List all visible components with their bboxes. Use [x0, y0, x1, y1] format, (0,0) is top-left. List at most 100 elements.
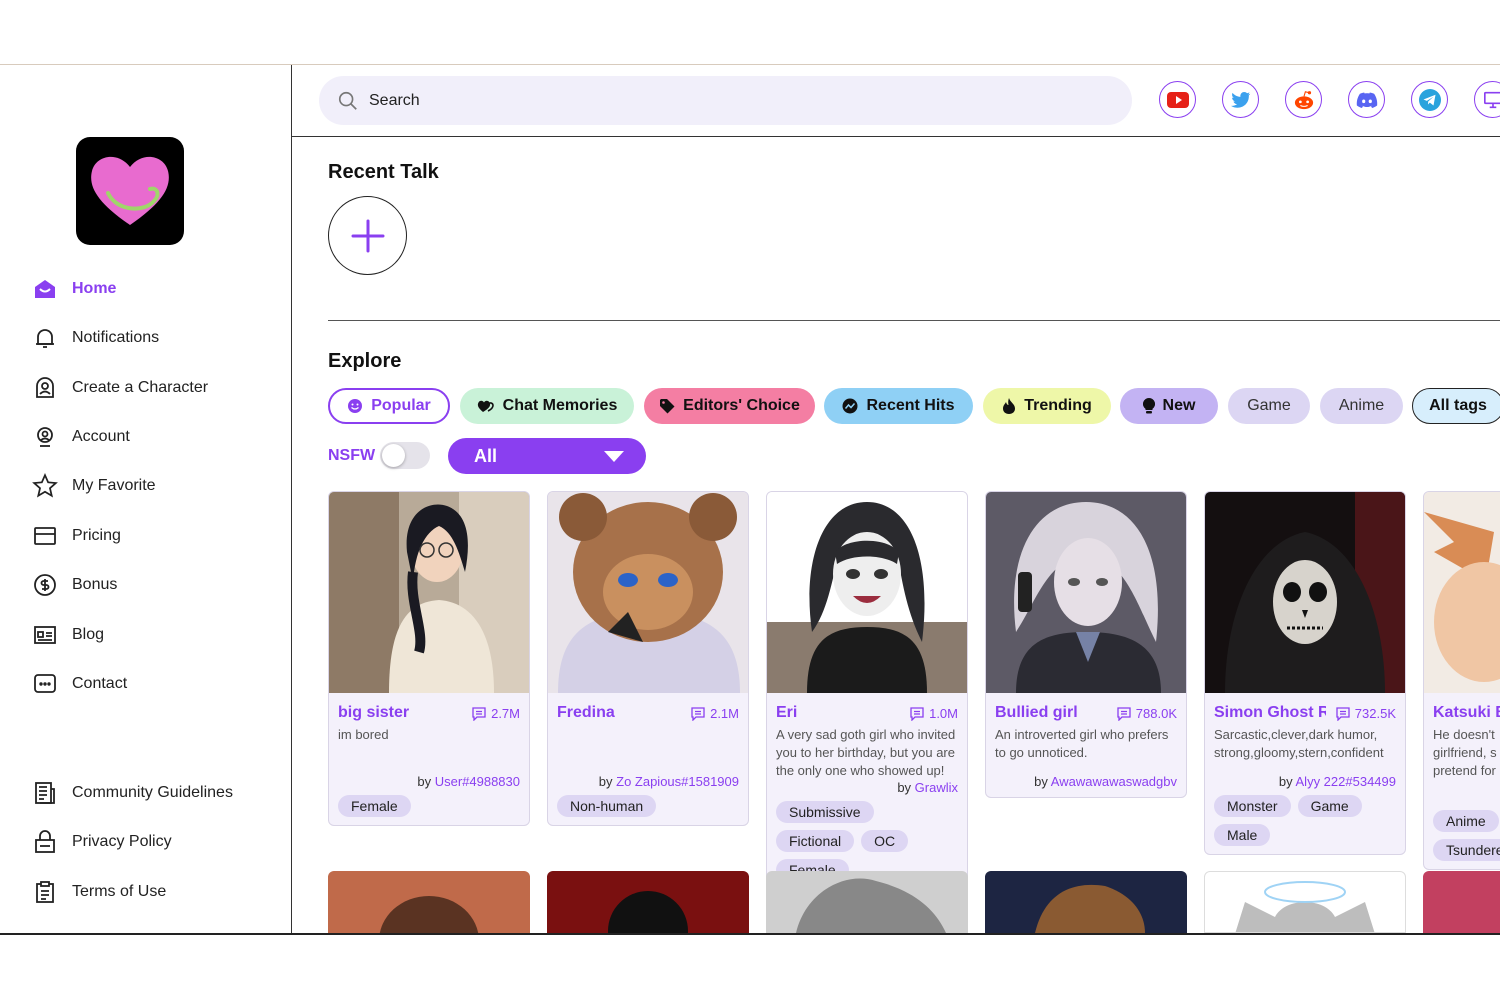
tag-trending[interactable]: Trending — [983, 388, 1111, 424]
home-icon — [32, 276, 58, 302]
message-icon — [1117, 706, 1131, 721]
character-tag[interactable]: Tsundere — [1433, 839, 1500, 861]
character-card[interactable]: Katsuki B He doesn't girlfriend, s prete… — [1423, 491, 1500, 870]
message-icon — [691, 706, 705, 721]
character-tag[interactable]: Monster — [1214, 795, 1291, 817]
browser-top-strip — [0, 0, 1500, 65]
twitter-icon[interactable] — [1222, 81, 1259, 118]
character-tag[interactable]: Anime — [1433, 810, 1499, 832]
tag-editors-choice[interactable]: Editors' Choice — [644, 388, 815, 424]
chat-count: 732.5K — [1336, 706, 1396, 721]
character-tag[interactable]: Fictional — [776, 830, 855, 852]
nav-account[interactable]: Account — [32, 422, 130, 452]
nav-bonus[interactable]: Bonus — [32, 570, 117, 600]
nav-pricing-label: Pricing — [72, 527, 121, 544]
chat-count-value: 1.0M — [929, 706, 958, 721]
character-card-partial[interactable] — [766, 871, 968, 933]
character-card-partial[interactable] — [547, 871, 749, 933]
character-tag[interactable]: Female — [338, 795, 411, 817]
tag-anime-label: Anime — [1338, 397, 1385, 414]
nav-community-guidelines[interactable]: Community Guidelines — [32, 778, 233, 808]
author-link[interactable]: Grawlix — [915, 780, 958, 795]
nav-pricing[interactable]: Pricing — [32, 521, 121, 551]
character-card-partial[interactable] — [1204, 871, 1406, 933]
tag-chat-memories[interactable]: Chat Memories — [460, 388, 634, 424]
lock-icon — [32, 829, 58, 855]
nav-create-character-label: Create a Character — [72, 379, 209, 396]
character-author — [1433, 788, 1500, 804]
reddit-icon[interactable] — [1285, 81, 1322, 118]
author-prefix: by — [1034, 774, 1051, 789]
fire-icon — [1003, 398, 1016, 414]
author-prefix: by — [598, 774, 617, 789]
character-card-partial[interactable] — [985, 871, 1187, 933]
desktop-icon[interactable] — [1474, 81, 1500, 118]
nav-blog-label: Blog — [72, 626, 105, 643]
author-prefix: by — [897, 780, 915, 795]
character-avatar — [986, 492, 1186, 693]
nav-home-label: Home — [72, 280, 117, 297]
message-icon — [910, 706, 924, 721]
tag-game-label: Game — [1247, 397, 1291, 414]
character-description: He doesn't girlfriend, s pretend for — [1433, 727, 1497, 778]
filter-select-value: All — [474, 445, 498, 466]
tag-new[interactable]: New — [1120, 388, 1218, 424]
tag-game[interactable]: Game — [1228, 388, 1310, 424]
character-card[interactable]: Bullied girl 788.0K An introverted girl … — [985, 491, 1187, 798]
character-card[interactable]: Simon Ghost Ril... 732.5K Sarcastic,clev… — [1204, 491, 1406, 855]
character-description — [557, 726, 739, 766]
app: Home Notifications Create a Character Ac… — [0, 65, 1500, 933]
sidebar: Home Notifications Create a Character Ac… — [0, 65, 292, 933]
section-divider — [328, 320, 1500, 321]
character-name: big sister — [338, 704, 410, 721]
character-tag[interactable]: OC — [861, 830, 909, 852]
character-tag[interactable]: Game — [1297, 795, 1362, 817]
character-card-partial[interactable] — [1423, 871, 1500, 933]
clipboard-icon — [32, 879, 58, 905]
nav-my-favorite-label: My Favorite — [72, 477, 156, 494]
heart-logo-icon[interactable] — [76, 137, 184, 245]
author-link[interactable]: Zo Zapious#1581909 — [616, 774, 739, 789]
chat-count: 1.0M — [910, 706, 958, 721]
character-tag[interactable]: Non-human — [557, 795, 657, 817]
message-icon — [1336, 706, 1350, 721]
chat-count-value: 2.7M — [491, 706, 520, 721]
nav-blog[interactable]: Blog — [32, 620, 104, 650]
tag-recent-hits[interactable]: Recent Hits — [824, 388, 973, 424]
character-card[interactable]: Fredina 2.1M by Zo Zapious#1581909 Non-h… — [547, 491, 749, 826]
search-input[interactable]: Search — [319, 76, 1132, 125]
nav-home[interactable]: Home — [32, 274, 116, 304]
nav-notifications[interactable]: Notifications — [32, 323, 159, 353]
tag-popular[interactable]: Popular — [328, 388, 450, 424]
discord-icon[interactable] — [1348, 81, 1385, 118]
character-card[interactable]: big sister 2.7M im bored by User#4988830… — [328, 491, 530, 826]
nav-contact[interactable]: Contact — [32, 669, 127, 699]
nav-create-character[interactable]: Create a Character — [32, 373, 208, 403]
tag-all-tags[interactable]: All tags — [1412, 388, 1500, 424]
nav-terms-of-use[interactable]: Terms of Use — [32, 877, 166, 907]
author-link[interactable]: Alyy 222#534499 — [1296, 774, 1396, 789]
tag-icon — [660, 399, 675, 414]
character-tag[interactable]: Male — [1214, 824, 1271, 846]
add-chat-button[interactable] — [328, 196, 407, 275]
tag-trending-label: Trending — [1024, 397, 1092, 414]
character-card-partial[interactable] — [328, 871, 530, 933]
telegram-icon[interactable] — [1411, 81, 1448, 118]
author-link[interactable]: User#4988830 — [435, 774, 520, 789]
nav-my-favorite[interactable]: My Favorite — [32, 471, 156, 501]
nav-privacy-policy[interactable]: Privacy Policy — [32, 827, 172, 857]
nav-account-label: Account — [72, 428, 130, 445]
character-tag[interactable]: Submissive — [776, 801, 874, 823]
chat-count: 2.7M — [472, 706, 520, 721]
character-description: im bored — [338, 727, 389, 742]
character-author: by Awawawawaswadgbv — [995, 774, 1177, 789]
character-name: Bullied girl — [995, 704, 1078, 721]
author-link[interactable]: Awawawawaswadgbv — [1051, 774, 1177, 789]
character-avatar — [329, 492, 529, 693]
tag-anime[interactable]: Anime — [1320, 388, 1403, 424]
nsfw-toggle[interactable] — [380, 442, 430, 469]
filter-select[interactable]: All — [448, 438, 646, 474]
youtube-icon[interactable] — [1159, 81, 1196, 118]
author-prefix: by — [1278, 774, 1296, 789]
character-card[interactable]: Eri 1.0M A very sad goth girl who invite… — [766, 491, 968, 890]
